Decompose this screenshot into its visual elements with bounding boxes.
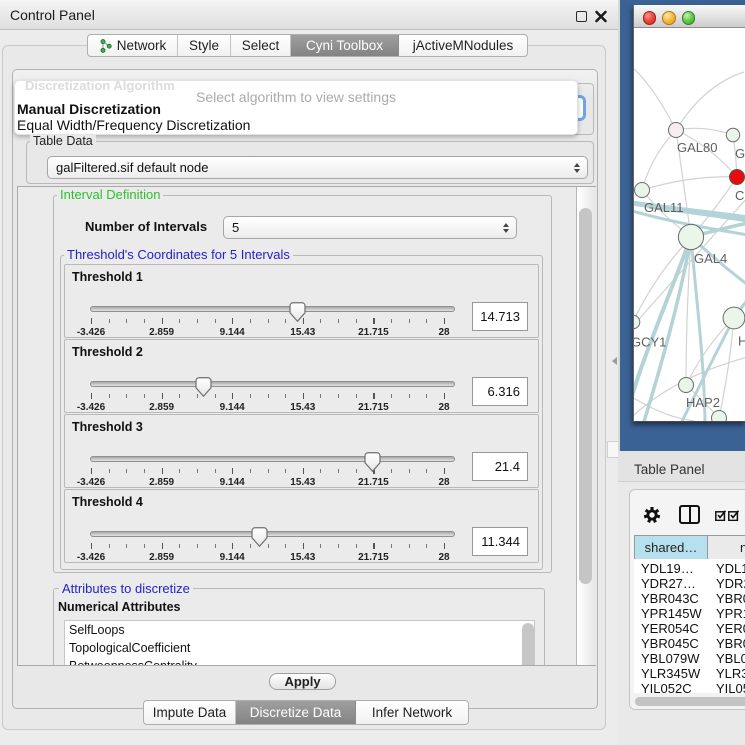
svg-text:GAL4: GAL4 (694, 251, 727, 266)
svg-text:HAP2: HAP2 (686, 395, 720, 410)
svg-text:GCY1: GCY1 (634, 335, 666, 350)
svg-text:GA: GA (735, 146, 745, 161)
svg-text:C: C (735, 188, 744, 203)
svg-text:GAL11: GAL11 (644, 200, 684, 215)
svg-text:GAL80: GAL80 (677, 140, 717, 155)
svg-text:H: H (738, 334, 745, 349)
